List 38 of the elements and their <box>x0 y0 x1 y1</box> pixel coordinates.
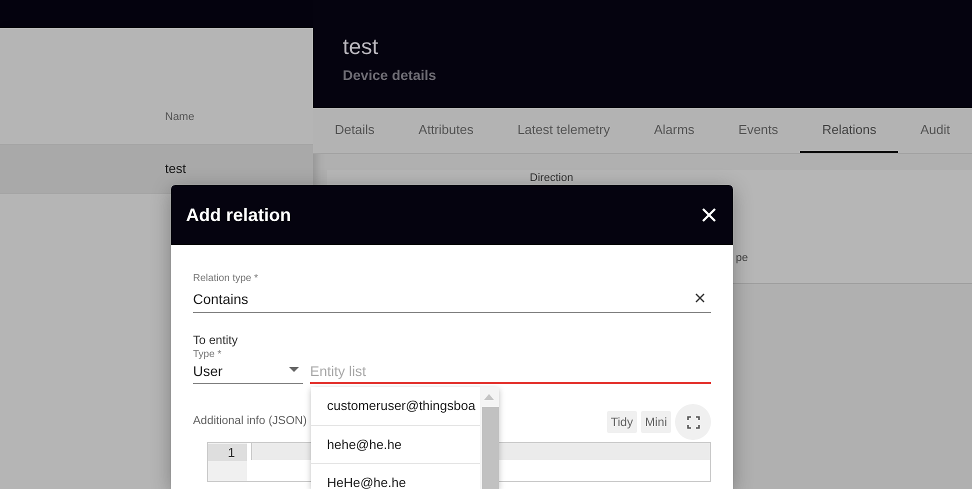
tab[interactable]: Alarms <box>632 108 716 153</box>
dialog-title: Add relation <box>186 204 292 226</box>
field-value: Contains <box>193 290 248 309</box>
dropdown-option[interactable]: hehe@he.he <box>311 426 480 464</box>
clear-icon[interactable] <box>695 293 705 303</box>
editor-button[interactable]: Tidy <box>606 411 637 433</box>
scrollbar[interactable] <box>480 387 499 489</box>
scrollbar-thumb[interactable] <box>482 407 499 489</box>
field-label: Relation type * <box>193 272 258 286</box>
tab[interactable]: Latest telemetry <box>495 108 632 153</box>
close-icon[interactable] <box>701 207 717 223</box>
tab[interactable]: Attributes <box>396 108 496 153</box>
dropdown-option[interactable]: customeruser@thingsboa <box>311 387 480 426</box>
table-row[interactable]: test <box>0 145 313 194</box>
field-label: Type * <box>193 348 222 362</box>
table-cell-text: test <box>165 160 186 178</box>
tab[interactable]: Details <box>312 108 397 153</box>
tab[interactable]: Events <box>716 108 800 153</box>
relation-type-field[interactable]: Relation type * Contains <box>193 271 711 313</box>
to-entity-label: To entity <box>193 333 239 347</box>
tab[interactable]: Audit <box>898 108 972 153</box>
tab[interactable]: Relations <box>800 108 898 153</box>
type-select[interactable]: Type * User <box>193 347 303 384</box>
device-subtitle: Device details <box>342 66 436 85</box>
fullscreen-button[interactable] <box>675 404 711 440</box>
column-header: Name <box>165 110 194 124</box>
scroll-up-icon[interactable] <box>484 394 494 400</box>
column-header: Direction <box>530 173 574 184</box>
field-label: Additional info (JSON) <box>193 414 307 430</box>
column-header: pe <box>736 251 748 266</box>
entity-list-field[interactable]: Entity list <box>310 360 711 384</box>
field-value: User <box>193 362 223 381</box>
fullscreen-icon <box>686 416 700 428</box>
dropdown-caret-icon <box>289 367 299 372</box>
dropdown-option[interactable]: HeHe@he.he <box>311 464 480 489</box>
line-number: 1 <box>208 444 247 461</box>
editor-button[interactable]: Mini <box>640 411 671 433</box>
device-title: test <box>342 33 378 61</box>
